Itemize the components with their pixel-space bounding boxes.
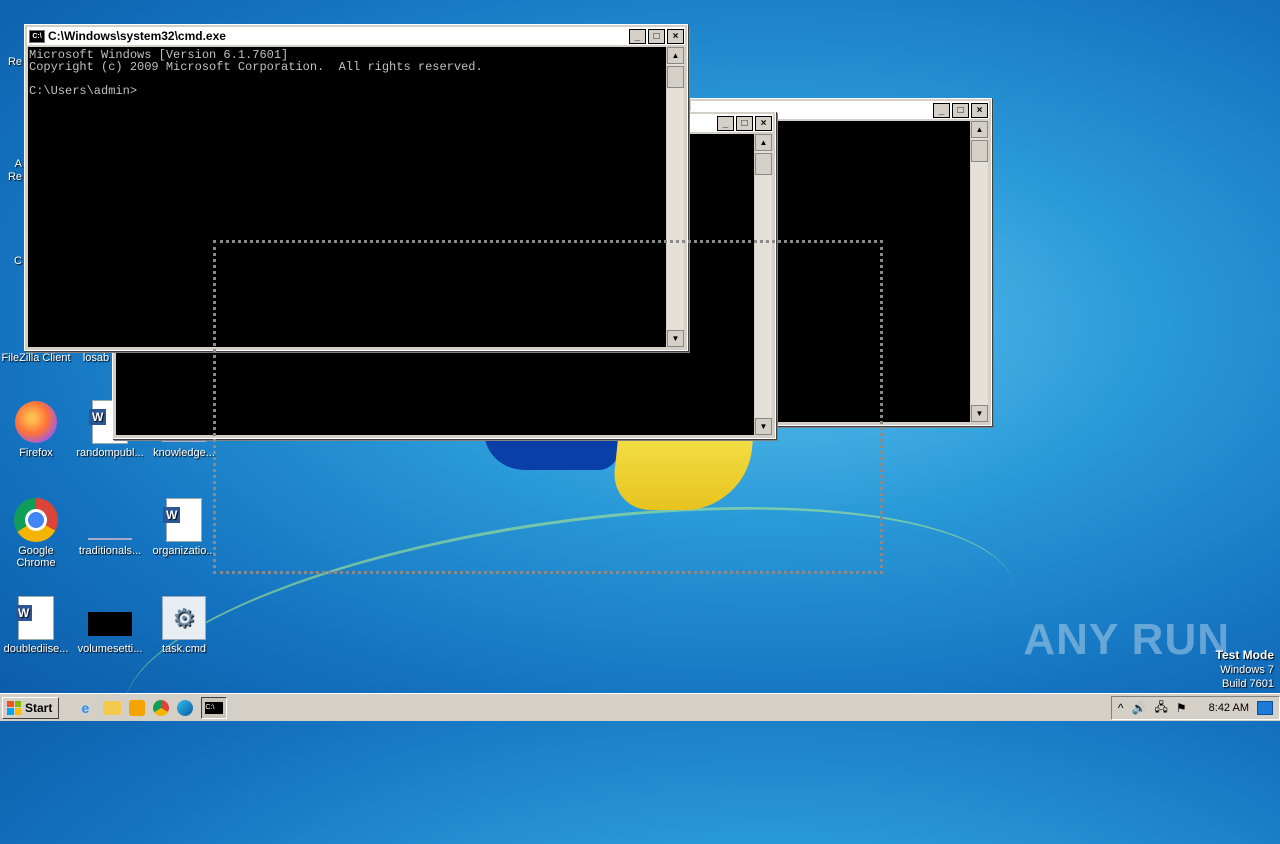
desktop-icon-fragment[interactable]: Re bbox=[0, 56, 22, 68]
firefox-icon bbox=[15, 401, 57, 443]
desktop-icon-filezilla[interactable]: FileZilla Client bbox=[0, 352, 72, 364]
file-icon bbox=[88, 514, 132, 540]
anyrun-watermark: ANY RUN bbox=[1023, 615, 1230, 664]
desktop-icon-fragment[interactable]: A bbox=[0, 158, 22, 170]
desktop-icon-fragment[interactable]: Re bbox=[0, 171, 22, 183]
desktop-icon-label: doublediise... bbox=[3, 643, 69, 655]
network-icon[interactable]: 🖧 bbox=[1154, 698, 1167, 719]
minimize-button[interactable]: _ bbox=[717, 116, 734, 131]
desktop-icon-label: traditionals... bbox=[78, 545, 142, 557]
maximize-button[interactable]: □ bbox=[952, 103, 969, 118]
cmd-window-front[interactable]: C:\ C:\Windows\system32\cmd.exe _ □ × Mi… bbox=[24, 24, 688, 351]
vertical-scrollbar[interactable]: ▲ ▼ bbox=[755, 134, 772, 435]
word-document-icon bbox=[15, 596, 54, 640]
action-center-flag-icon[interactable]: ⚑ bbox=[1176, 701, 1187, 715]
start-button[interactable]: Start bbox=[2, 696, 60, 719]
word-document-icon bbox=[163, 498, 202, 542]
windows-logo-icon bbox=[7, 700, 21, 715]
scroll-up-button[interactable]: ▲ bbox=[755, 134, 772, 151]
desktop-icon-organizatio[interactable]: organizatio... bbox=[148, 498, 220, 557]
chrome-icon[interactable] bbox=[153, 699, 170, 716]
cmd-taskbar-button[interactable]: C:\ bbox=[201, 696, 228, 719]
scroll-thumb[interactable] bbox=[971, 140, 988, 162]
quick-launch: e C:\ bbox=[75, 696, 228, 719]
scroll-up-button[interactable]: ▲ bbox=[667, 47, 684, 64]
close-button[interactable]: × bbox=[755, 116, 772, 131]
show-desktop-button[interactable] bbox=[1257, 701, 1273, 715]
desktop-icon-label: knowledge... bbox=[153, 447, 215, 459]
desktop-icon-losab[interactable]: losab bbox=[76, 352, 116, 364]
desktop-icon-label: Google Chrome bbox=[16, 545, 56, 569]
desktop-icon-label: Firefox bbox=[19, 447, 53, 459]
vertical-scrollbar[interactable]: ▲ ▼ bbox=[667, 47, 684, 347]
vertical-scrollbar[interactable]: ▲ ▼ bbox=[971, 121, 988, 422]
desktop-icon-label: volumesetti... bbox=[77, 643, 143, 655]
maximize-button[interactable]: □ bbox=[648, 29, 665, 44]
media-player-icon[interactable] bbox=[129, 699, 146, 716]
desktop-icon-volumesetti[interactable]: volumesetti... bbox=[74, 596, 146, 655]
test-mode-line2: Windows 7 bbox=[1220, 664, 1274, 676]
window-title: C:\Windows\system32\cmd.exe bbox=[48, 29, 226, 43]
start-label: Start bbox=[25, 700, 53, 715]
folder-icon[interactable] bbox=[103, 700, 122, 715]
scroll-thumb[interactable] bbox=[755, 153, 772, 175]
desktop-icon-task-cmd[interactable]: ⚙ task.cmd bbox=[148, 596, 220, 655]
black-file-icon bbox=[88, 612, 132, 636]
minimize-button[interactable]: _ bbox=[933, 103, 950, 118]
scroll-down-button[interactable]: ▼ bbox=[971, 405, 988, 422]
console-output[interactable]: Microsoft Windows [Version 6.1.7601] Cop… bbox=[28, 47, 666, 347]
desktop-icon-label: losab bbox=[82, 352, 110, 364]
cmd-icon: C:\ bbox=[205, 701, 224, 714]
test-mode-notice: Test Mode Windows 7 Build 7601 bbox=[1216, 648, 1274, 691]
scroll-down-button[interactable]: ▼ bbox=[667, 330, 684, 347]
desktop-icon-label: FileZilla Client bbox=[1, 352, 71, 364]
desktop-icon-traditionals[interactable]: traditionals... bbox=[74, 498, 146, 557]
minimize-button[interactable]: _ bbox=[629, 29, 646, 44]
volume-icon[interactable]: 🔊 bbox=[1132, 701, 1147, 715]
taskbar: Start e C:\ ^ 🔊 🖧 ⚑ 8:42 AM bbox=[0, 693, 1280, 721]
edge-icon[interactable] bbox=[177, 699, 194, 716]
clock[interactable]: 8:42 AM bbox=[1209, 702, 1249, 714]
test-mode-line1: Test Mode bbox=[1215, 648, 1274, 662]
scroll-down-button[interactable]: ▼ bbox=[755, 418, 772, 435]
desktop-icon-fragment[interactable]: C bbox=[0, 255, 22, 267]
chrome-icon bbox=[14, 498, 58, 542]
maximize-button[interactable]: □ bbox=[736, 116, 753, 131]
scroll-up-button[interactable]: ▲ bbox=[971, 121, 988, 138]
cmd-window-icon: C:\ bbox=[29, 29, 45, 43]
desktop-icon-firefox[interactable]: Firefox bbox=[0, 400, 72, 459]
desktop-icon-chrome[interactable]: Google Chrome bbox=[0, 498, 72, 569]
cmd-script-icon: ⚙ bbox=[162, 596, 206, 640]
internet-explorer-icon[interactable]: e bbox=[75, 698, 95, 718]
scroll-thumb[interactable] bbox=[667, 66, 684, 88]
window-titlebar[interactable]: C:\ C:\Windows\system32\cmd.exe bbox=[27, 27, 685, 45]
system-tray: ^ 🔊 🖧 ⚑ 8:42 AM bbox=[1110, 696, 1280, 720]
desktop-icon-doublediise[interactable]: doublediise... bbox=[0, 596, 72, 655]
test-mode-line3: Build 7601 bbox=[1222, 678, 1274, 690]
wallpaper-swoosh bbox=[106, 458, 1034, 844]
desktop-icon-label: randompubl... bbox=[76, 447, 144, 459]
desktop-icon-label: organizatio... bbox=[152, 545, 216, 557]
tray-expand-icon[interactable]: ^ bbox=[1118, 701, 1124, 715]
close-button[interactable]: × bbox=[971, 103, 988, 118]
desktop-icon-label: task.cmd bbox=[161, 643, 206, 655]
close-button[interactable]: × bbox=[667, 29, 684, 44]
